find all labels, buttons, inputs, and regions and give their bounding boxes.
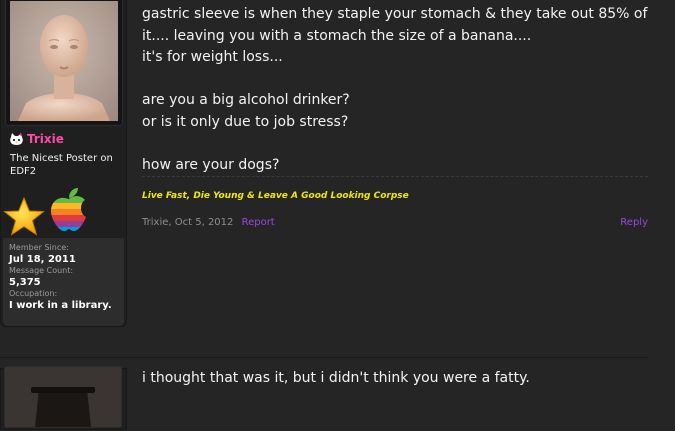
- apple-logo-icon: [51, 188, 86, 231]
- occupation-value: I work in a library.: [9, 300, 112, 311]
- occupation-label: Occupation:: [9, 289, 58, 298]
- report-link[interactable]: Report: [242, 217, 275, 228]
- message-line: gastric sleeve is when they staple your …: [142, 6, 648, 44]
- hello-kitty-icon: [10, 132, 23, 145]
- message-count-label: Message Count:: [9, 266, 74, 275]
- message-count-value: 5,375: [9, 277, 41, 288]
- post-date-link[interactable]: Oct 5, 2012: [175, 217, 234, 228]
- top-hat-avatar-image: [5, 367, 121, 427]
- message-line: or is it only due to job stress?: [142, 113, 349, 130]
- user-badges: [1, 184, 126, 238]
- member-since-value: Jul 18, 2011: [9, 254, 76, 265]
- avatar[interactable]: [5, 0, 123, 126]
- message-line: it's for weight loss...: [142, 49, 283, 65]
- message-content: gastric sleeve is when they staple your …: [142, 4, 662, 176]
- reply-link[interactable]: Reply: [620, 217, 648, 228]
- doll-head-avatar-image: [10, 1, 118, 121]
- avatar[interactable]: [4, 366, 122, 428]
- post-meta: Trixie, Oct 5, 2012 Report: [142, 217, 275, 228]
- user-extra-info: Member Since: Jul 18, 2011 Message Count…: [3, 238, 124, 326]
- signature-divider: [142, 176, 648, 177]
- star-icon: [3, 197, 45, 236]
- username-row: Trixie: [9, 131, 64, 147]
- message-post: Trixie The Nicest Poster on EDF2 Member …: [0, 0, 675, 330]
- message-line: are you a big alcohol drinker?: [142, 92, 350, 108]
- user-title: The Nicest Poster on EDF2: [10, 153, 113, 177]
- member-since-label: Member Since:: [9, 243, 69, 252]
- post-author-link[interactable]: Trixie: [142, 217, 168, 228]
- user-info-block: Trixie The Nicest Poster on EDF2 Member …: [0, 0, 127, 327]
- username-link[interactable]: Trixie: [27, 132, 64, 146]
- message-content: i thought that was it, but i didn't thin…: [142, 370, 530, 386]
- message-line: how are your dogs?: [142, 156, 280, 173]
- signature: Live Fast, Die Young & Leave A Good Look…: [142, 191, 409, 201]
- message-post: i thought that was it, but i didn't thin…: [0, 358, 675, 430]
